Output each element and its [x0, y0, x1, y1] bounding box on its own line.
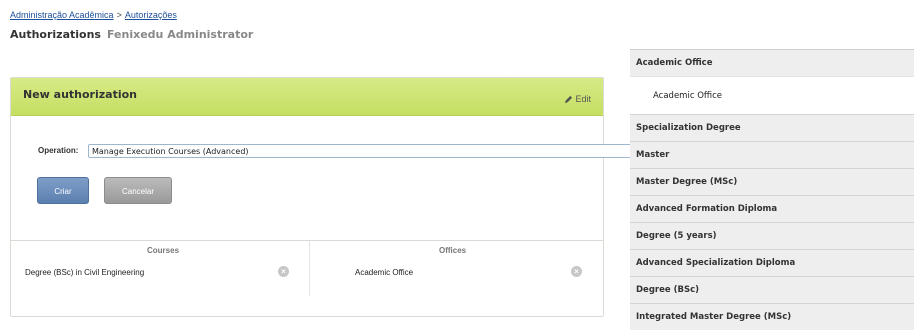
- column-divider: [309, 241, 310, 296]
- offices-header: Offices: [439, 246, 467, 255]
- page-title: Authorizations Fenixedu Administrator: [10, 28, 253, 41]
- edit-label: Edit: [575, 94, 591, 104]
- breadcrumb-separator: >: [116, 10, 122, 20]
- edit-link[interactable]: Edit: [564, 94, 591, 104]
- remove-office-icon[interactable]: ×: [571, 266, 582, 277]
- operation-select-value: Manage Execution Courses (Advanced): [92, 147, 249, 156]
- accordion-master[interactable]: Master: [630, 141, 914, 168]
- accordion-academic-office[interactable]: Academic Office: [630, 49, 914, 76]
- accordion-specialization-degree[interactable]: Specialization Degree: [630, 114, 914, 141]
- panel-header: New authorization Edit: [11, 78, 603, 116]
- accordion-degree-bsc[interactable]: Degree (BSc): [630, 276, 914, 303]
- course-item: Degree (BSc) in Civil Engineering: [25, 268, 145, 277]
- new-authorization-panel: New authorization Edit Operation: Manage…: [10, 77, 638, 317]
- accordion-item-academic-office[interactable]: Academic Office: [630, 76, 914, 114]
- pencil-icon: [565, 95, 573, 103]
- cancel-button[interactable]: Cancelar: [104, 177, 172, 204]
- breadcrumb: Administração Acadêmica > Autorizações: [10, 10, 177, 20]
- panel-divider: [11, 240, 603, 241]
- operation-select[interactable]: Manage Execution Courses (Advanced) ⇕: [88, 144, 638, 158]
- page-title-main: Authorizations: [10, 28, 101, 41]
- accordion-master-degree-msc[interactable]: Master Degree (MSc): [630, 168, 914, 195]
- create-button[interactable]: Criar: [37, 177, 89, 204]
- breadcrumb-link-authorizations[interactable]: Autorizações: [125, 10, 177, 20]
- courses-header: Courses: [147, 246, 180, 255]
- accordion-integrated-master-degree[interactable]: Integrated Master Degree (MSc): [630, 303, 914, 330]
- remove-course-icon[interactable]: ×: [278, 266, 289, 277]
- panel-title: New authorization: [23, 88, 137, 101]
- accordion-advanced-formation-diploma[interactable]: Advanced Formation Diploma: [630, 195, 914, 222]
- page-title-user: Fenixedu Administrator: [106, 28, 254, 41]
- degree-type-accordion: Academic Office Academic Office Speciali…: [630, 49, 914, 330]
- breadcrumb-link-academic-admin[interactable]: Administração Acadêmica: [10, 10, 114, 20]
- accordion-degree-5-years[interactable]: Degree (5 years): [630, 222, 914, 249]
- operation-label: Operation:: [38, 146, 79, 155]
- accordion-advanced-specialization-diploma[interactable]: Advanced Specialization Diploma: [630, 249, 914, 276]
- office-item: Academic Office: [355, 268, 414, 277]
